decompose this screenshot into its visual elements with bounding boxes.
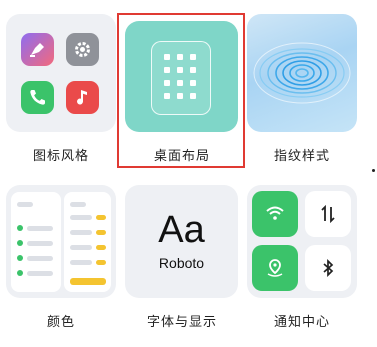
- mobile-data-icon: [305, 191, 351, 237]
- page-indicator-dot: [372, 169, 375, 172]
- editor-app-icon: [21, 33, 54, 66]
- font-sample-text: Aa: [158, 209, 205, 251]
- icon-style-tile[interactable]: [6, 14, 116, 132]
- phone-icon: [21, 81, 54, 114]
- color-preview-panel-left: [11, 192, 61, 292]
- tile-label-fingerprint-style: 指纹样式: [273, 149, 330, 164]
- location-icon: [252, 245, 298, 291]
- tile-label-icon-style: 图标风格: [32, 149, 89, 164]
- color-tile[interactable]: [6, 185, 116, 298]
- tile-label-font-display: 字体与显示: [146, 315, 217, 330]
- tile-label-color: 颜色: [46, 315, 75, 330]
- tile-label-desktop-layout: 桌面布局: [153, 149, 210, 164]
- font-name: Roboto: [158, 255, 205, 271]
- font-display-tile[interactable]: Aa Roboto: [125, 185, 238, 298]
- music-icon: [66, 81, 99, 114]
- bluetooth-icon: [305, 245, 351, 291]
- tile-label-notification-center: 通知中心: [273, 315, 330, 330]
- gear-icon: [66, 33, 99, 66]
- fingerprint-icon: [253, 42, 351, 104]
- fingerprint-style-tile[interactable]: [247, 14, 357, 132]
- notification-center-tile[interactable]: [247, 185, 357, 298]
- wifi-icon: [252, 191, 298, 237]
- color-preview-panel-right: [64, 192, 111, 292]
